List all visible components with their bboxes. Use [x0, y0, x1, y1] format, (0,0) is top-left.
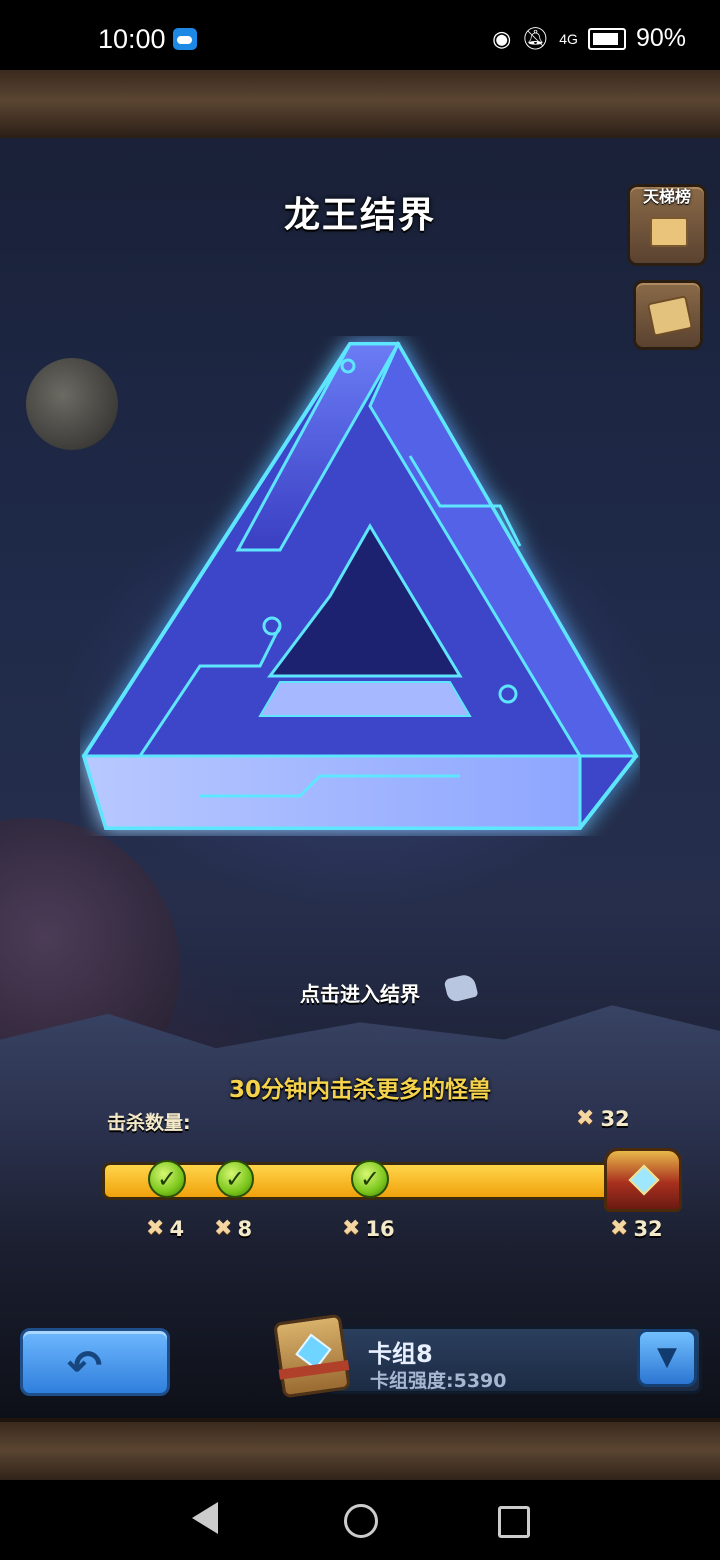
status-bar: 10:00 ◉ 🔕︎ 4G 90% — [0, 0, 720, 70]
podium-icon — [650, 217, 688, 247]
crossed-swords-icon: ✖ — [576, 1106, 595, 1131]
milestone-label: ✖ 16 — [342, 1216, 395, 1241]
battery-icon — [587, 27, 626, 50]
back-button[interactable]: ↶ — [20, 1328, 170, 1396]
wood-frame-bottom — [0, 1418, 720, 1484]
dragon-king-portal[interactable] — [80, 336, 640, 836]
milestone-check-icon: ✓ — [351, 1160, 389, 1198]
milestone-label: ✖ 32 — [610, 1216, 663, 1241]
milestone-value: 16 — [365, 1216, 395, 1241]
treasure-chest-icon[interactable] — [604, 1148, 682, 1212]
kill-count-label: 击杀数量: — [107, 1112, 191, 1134]
ladder-button[interactable]: 天梯榜 — [627, 184, 707, 266]
nav-back-icon[interactable] — [192, 1502, 218, 1534]
milestone-value: 32 — [633, 1216, 663, 1241]
milestone-check-icon: ✓ — [148, 1160, 186, 1198]
back-arrow-icon: ↶ — [67, 1341, 103, 1390]
crossed-swords-icon: ✖ — [146, 1216, 165, 1241]
chevron-down-icon: ▼ — [657, 1342, 677, 1372]
objective-text: 30分钟内击杀更多的怪兽 — [228, 1077, 491, 1103]
eye-icon: ◉ — [492, 25, 512, 51]
milestone-check-icon: ✓ — [216, 1160, 254, 1198]
crossed-swords-icon: ✖ — [342, 1216, 361, 1241]
crossed-swords-icon: ✖ — [610, 1216, 629, 1241]
milestone-value: 4 — [169, 1216, 185, 1241]
chest-gem — [628, 1164, 660, 1196]
wood-frame-top — [0, 70, 720, 142]
deck-name: 卡组8 — [368, 1340, 433, 1368]
deck-dropdown-button[interactable]: ▼ — [637, 1329, 697, 1387]
milestone-label: ✖ 8 — [214, 1216, 252, 1241]
milestone-label: ✖ 4 — [146, 1216, 184, 1241]
deck-power: 卡组强度:5390 — [370, 1370, 507, 1392]
impossible-triangle-icon — [81, 340, 639, 830]
battery-level: 90% — [635, 24, 686, 52]
nav-home-icon[interactable] — [344, 1504, 378, 1538]
weather-icon — [173, 28, 197, 50]
page-title: 龙王结界 — [283, 195, 436, 236]
signal-icon: 4G — [559, 30, 578, 47]
kill-count-value: 32 — [600, 1106, 630, 1131]
deck-book-icon — [273, 1313, 351, 1399]
mute-bell-icon: 🔕︎ — [521, 25, 550, 51]
kill-count: ✖ 32 — [576, 1106, 630, 1131]
crossed-swords-icon: ✖ — [214, 1216, 233, 1241]
rules-button[interactable] — [633, 280, 703, 350]
milestone-value: 8 — [237, 1216, 253, 1241]
status-time: 10:00 — [98, 24, 166, 54]
enter-portal-prompt[interactable]: 点击进入结界 — [0, 978, 720, 1007]
scroll-icon — [646, 295, 694, 337]
ladder-label: 天梯榜 — [642, 187, 691, 206]
status-icons: ◉ 🔕︎ 4G 90% — [492, 24, 686, 53]
nav-recents-icon[interactable] — [498, 1506, 530, 1538]
